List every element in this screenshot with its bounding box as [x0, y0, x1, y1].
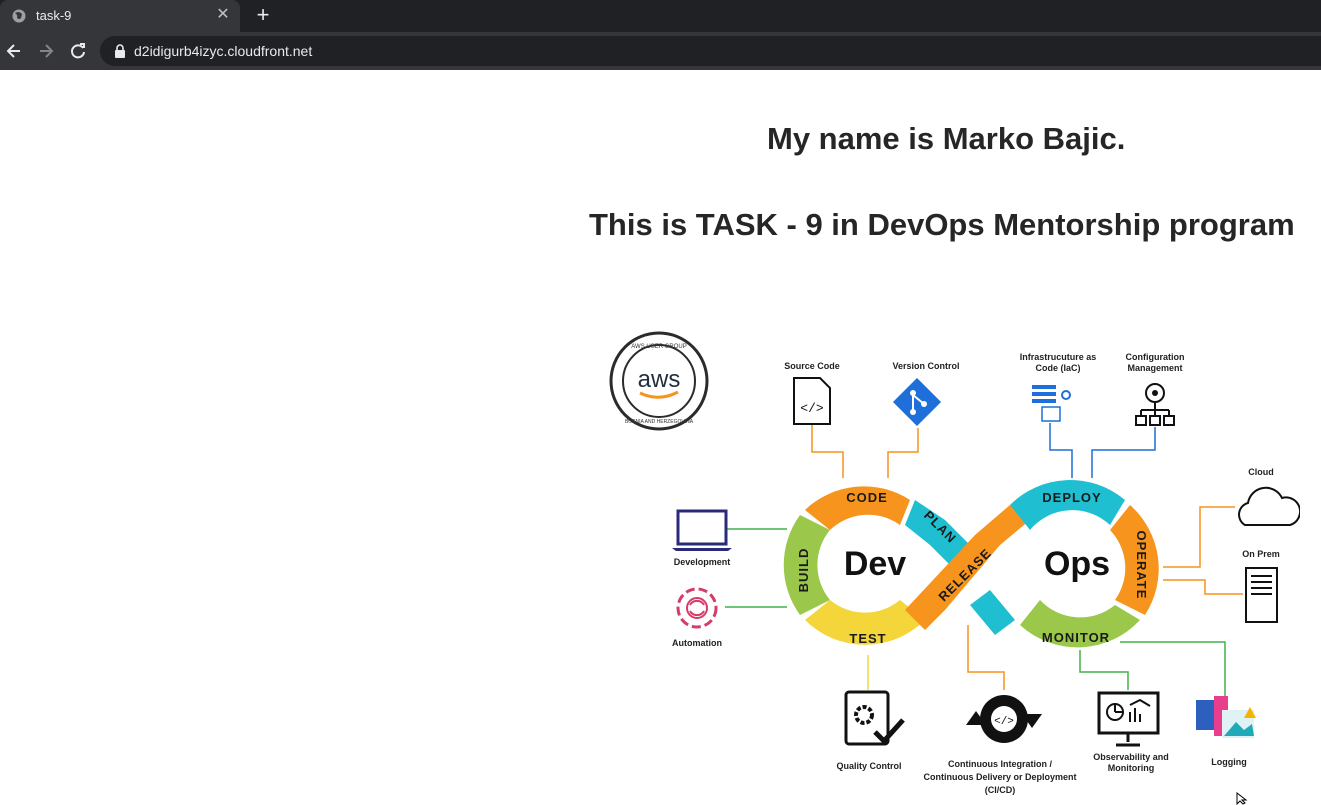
tab-strip: task-9 ✕ + — [0, 0, 1321, 32]
monitoring-icon — [1097, 691, 1160, 747]
logging-icon — [1196, 696, 1256, 738]
svg-text:AWS USER GROUP: AWS USER GROUP — [631, 344, 686, 350]
aws-user-group-badge: AWS USER GROUP aws BOSNIA AND HERZEGOVIN… — [609, 331, 709, 431]
forward-icon[interactable] — [36, 41, 56, 61]
on-prem-label: On Prem — [1242, 549, 1280, 559]
svg-text:MONITOR: MONITOR — [1042, 630, 1110, 645]
address-bar[interactable]: d2idigurb4izyc.cloudfront.net — [100, 36, 1321, 66]
tab-title: task-9 — [36, 8, 72, 23]
svg-text:Ops: Ops — [1044, 545, 1110, 583]
svg-text:</>: </> — [800, 401, 824, 416]
automation-label: Automation — [672, 638, 722, 648]
page-title: My name is Marko Bajic. — [767, 121, 1126, 156]
cicd-label-line3: (CI/CD) — [985, 785, 1016, 795]
browser-tab[interactable]: task-9 ✕ — [0, 0, 240, 32]
svg-text:TEST: TEST — [849, 631, 886, 646]
close-tab-icon[interactable]: ✕ — [214, 6, 232, 24]
automation-icon — [676, 587, 718, 629]
development-label: Development — [674, 557, 731, 567]
back-icon[interactable] — [4, 41, 24, 61]
cicd-label-line1: Continuous Integration / — [948, 759, 1052, 769]
source-code-label: Source Code — [784, 361, 840, 371]
globe-icon — [12, 9, 26, 23]
config-label-line1: Configuration — [1126, 352, 1185, 362]
svg-text:</>: </> — [994, 716, 1014, 728]
browser-toolbar: d2idigurb4izyc.cloudfront.net — [0, 32, 1321, 70]
svg-text:CODE: CODE — [846, 490, 888, 505]
iac-icon — [1032, 385, 1071, 422]
laptop-icon — [672, 509, 732, 551]
svg-text:OPERATE: OPERATE — [1134, 531, 1149, 600]
iac-label-line1: Infrastrucuture as — [1020, 352, 1097, 362]
mouse-cursor-icon — [1236, 792, 1248, 805]
lock-icon — [115, 44, 125, 58]
logging-label: Logging — [1211, 757, 1247, 767]
new-tab-icon[interactable]: + — [252, 4, 274, 26]
configuration-icon — [1135, 383, 1175, 426]
git-icon — [892, 377, 942, 427]
devops-infinity-loop: CODE PLAN BUILD TEST RELEASE DEPLOY OPER… — [783, 479, 1159, 648]
url-text: d2idigurb4izyc.cloudfront.net — [134, 43, 313, 59]
reload-icon[interactable] — [68, 41, 88, 61]
svg-text:Dev: Dev — [844, 545, 906, 583]
page-subtitle: This is TASK - 9 in DevOps Mentorship pr… — [589, 207, 1295, 242]
svg-text:BUILD: BUILD — [796, 548, 811, 593]
cloud-icon — [1238, 486, 1300, 526]
svg-text:DEPLOY: DEPLOY — [1042, 490, 1101, 505]
observability-label-line2: Monitoring — [1108, 763, 1155, 773]
server-icon — [1245, 567, 1278, 623]
quality-control-icon — [844, 690, 905, 746]
iac-label-line2: Code (IaC) — [1036, 363, 1081, 373]
quality-control-label: Quality Control — [837, 761, 902, 771]
version-control-label: Version Control — [892, 361, 959, 371]
devops-diagram: AWS USER GROUP aws BOSNIA AND HERZEGOVIN… — [609, 331, 1300, 795]
source-code-icon: </> — [793, 377, 831, 425]
svg-text:aws: aws — [638, 366, 681, 393]
cloud-label: Cloud — [1248, 467, 1274, 477]
cicd-label-line2: Continuous Delivery or Deployment — [923, 772, 1076, 782]
observability-label-line1: Observability and — [1093, 752, 1169, 762]
cicd-icon: </> — [966, 695, 1042, 743]
config-label-line2: Management — [1127, 363, 1182, 373]
svg-text:BOSNIA AND HERZEGOVINA: BOSNIA AND HERZEGOVINA — [625, 419, 694, 425]
